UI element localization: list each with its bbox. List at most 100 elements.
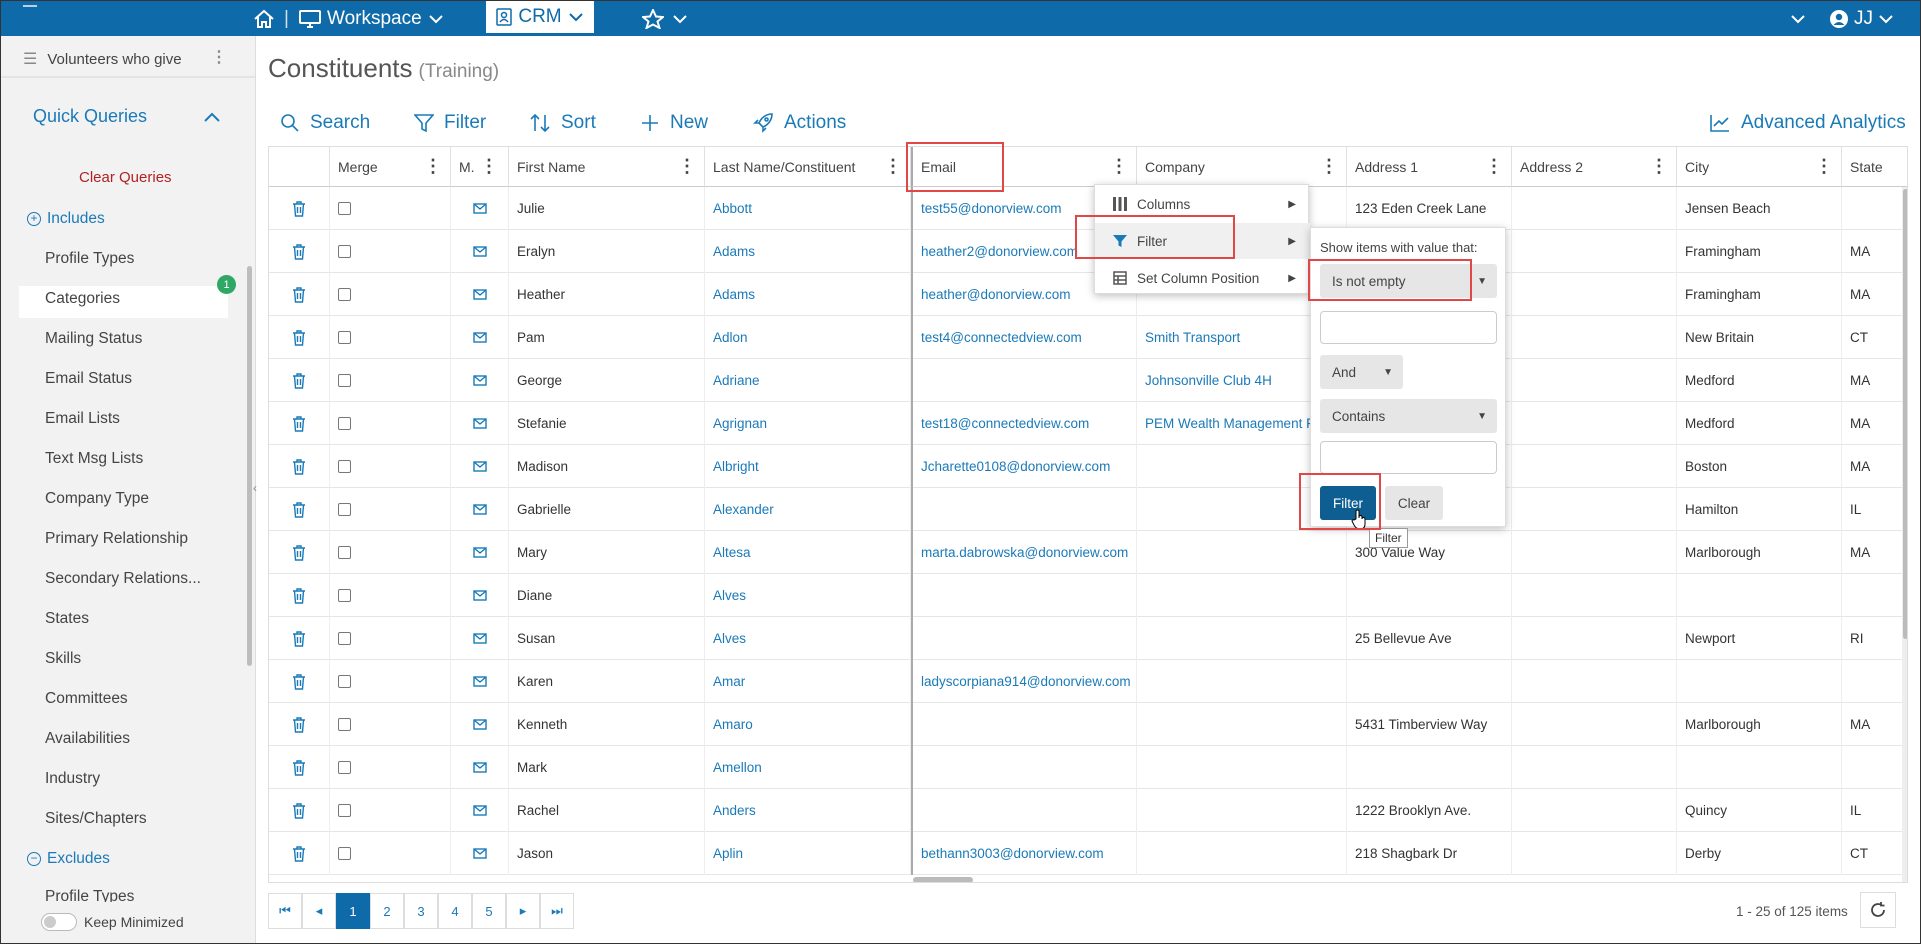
workspace-menu[interactable]: Workspace [299,1,444,36]
cell-email[interactable] [911,789,1137,832]
envelope-icon[interactable] [472,461,487,472]
filter-clear-button[interactable]: Clear [1385,486,1443,520]
cell-company[interactable] [1137,789,1347,832]
merge-checkbox[interactable] [338,245,351,258]
cell-last-name[interactable]: Amar [705,660,911,703]
sidebar-item-text-msg-lists[interactable]: Text Msg Lists [45,450,143,468]
sidebar-item-states[interactable]: States [45,610,89,628]
sidebar-item-industry[interactable]: Industry [45,770,100,788]
table-row[interactable]: Rachel Anders 1222 Brooklyn Ave. Quincy IL [269,789,1907,832]
column-menu-icon[interactable]: ⋮ [1485,156,1503,176]
merge-checkbox[interactable] [338,202,351,215]
cell-last-name[interactable]: Adams [705,273,911,316]
page-4-button[interactable]: 4 [438,893,472,929]
trash-icon[interactable] [292,501,306,518]
merge-checkbox[interactable] [338,503,351,516]
user-menu[interactable]: JJ [1829,1,1894,36]
cell-last-name[interactable]: Alves [705,574,911,617]
prev-page-button[interactable]: ◂ [302,893,336,929]
sidebar-scrollbar[interactable] [247,266,252,666]
cell-company[interactable] [1137,746,1347,789]
cell-last-name[interactable]: Adlon [705,316,911,359]
envelope-icon[interactable] [472,375,487,386]
cell-email[interactable] [911,488,1137,531]
trash-icon[interactable] [292,802,306,819]
envelope-icon[interactable] [472,418,487,429]
cell-email[interactable]: test18@connectedview.com [911,402,1137,445]
sidebar-item-skills[interactable]: Skills [45,650,81,668]
last-page-button[interactable]: ⏭ [540,893,574,929]
table-row[interactable]: Gabrielle Alexander Hamilton IL [269,488,1907,531]
sidebar-item-committees[interactable]: Committees [45,690,128,708]
cell-email[interactable] [911,703,1137,746]
column-header-address-1[interactable]: Address 1 ⋮ [1347,147,1512,187]
table-row[interactable]: Eralyn Adams heather2@donorview.com Framing… [269,230,1907,273]
envelope-icon[interactable] [472,633,487,644]
includes-section[interactable]: + Includes [27,210,105,228]
cell-company[interactable] [1137,617,1347,660]
crm-tab[interactable]: CRM [486,1,594,36]
table-row[interactable]: Mark Amellon [269,746,1907,789]
cell-company[interactable] [1137,703,1347,746]
merge-checkbox[interactable] [338,804,351,817]
trash-icon[interactable] [292,329,306,346]
trash-icon[interactable] [292,759,306,776]
cell-email[interactable] [911,574,1137,617]
sidebar-item-email-status[interactable]: Email Status [45,370,132,388]
cell-last-name[interactable]: Alves [705,617,911,660]
table-row[interactable]: Madison Albright Jcharette0108@donorview.c… [269,445,1907,488]
merge-checkbox[interactable] [338,675,351,688]
sidebar-item-categories[interactable]: Categories [45,290,120,308]
table-row[interactable]: Jason Aplin bethann3003@donorview.com 218 S… [269,832,1907,875]
sidebar-item-email-lists[interactable]: Email Lists [45,410,120,428]
column-menu-filter[interactable]: Filter ▶ [1095,223,1310,259]
keep-minimized-toggle[interactable] [41,913,77,931]
refresh-button[interactable] [1860,892,1896,928]
merge-checkbox[interactable] [338,718,351,731]
cell-last-name[interactable]: Anders [705,789,911,832]
column-header-city[interactable]: City ⋮ [1677,147,1842,187]
filter-button[interactable]: Filter [414,108,486,138]
merge-checkbox[interactable] [338,374,351,387]
quick-queries-title[interactable]: Quick Queries [33,106,147,127]
sidebar-item-sites-chapters[interactable]: Sites/Chapters [45,810,147,828]
sidebar-item-mailing-status[interactable]: Mailing Status [45,330,142,348]
cell-last-name[interactable]: Agrignan [705,402,911,445]
column-header-company[interactable]: Company ⋮ [1137,147,1347,187]
column-header-email[interactable]: Email ⋮ [911,147,1137,187]
table-row[interactable]: Kenneth Amaro 5431 Timberview Way Marlborou… [269,703,1907,746]
hamburger-icon[interactable]: ☰ [23,49,37,69]
trash-icon[interactable] [292,630,306,647]
cell-email[interactable] [911,359,1137,402]
home-icon[interactable] [253,1,275,36]
column-header-first-name[interactable]: First Name ⋮ [509,147,705,187]
column-menu-set-position[interactable]: Set Column Position ▶ [1095,260,1310,296]
merge-checkbox[interactable] [338,546,351,559]
kebab-icon[interactable]: ⋮ [211,47,227,67]
trash-icon[interactable] [292,415,306,432]
merge-checkbox[interactable] [338,288,351,301]
next-page-button[interactable]: ▸ [506,893,540,929]
column-header-address-2[interactable]: Address 2 ⋮ [1512,147,1677,187]
merge-checkbox[interactable] [338,589,351,602]
page-5-button[interactable]: 5 [472,893,506,929]
filter-value-1-input[interactable] [1320,311,1497,344]
page-1-button[interactable]: 1 [336,893,370,929]
sidebar-item-profile-types[interactable]: Profile Types [45,250,134,268]
table-row[interactable]: Heather Adams heather@donorview.com Framing… [269,273,1907,316]
column-menu-columns[interactable]: Columns ▶ [1095,186,1310,222]
actions-button[interactable]: Actions [752,108,846,138]
sidebar-item-availabilities[interactable]: Availabilities [45,730,130,748]
table-row[interactable]: Julie Abbott test55@donorview.com 123 Eden … [269,187,1907,230]
column-menu-icon[interactable]: ⋮ [424,156,442,176]
cell-last-name[interactable]: Altesa [705,531,911,574]
envelope-icon[interactable] [472,719,487,730]
cell-last-name[interactable]: Amellon [705,746,911,789]
column-menu-icon[interactable]: ⋮ [884,156,902,176]
cell-email[interactable]: bethann3003@donorview.com [911,832,1137,875]
table-row[interactable]: Susan Alves 25 Bellevue Ave Newport RI [269,617,1907,660]
table-row[interactable]: Diane Alves [269,574,1907,617]
cell-last-name[interactable]: Abbott [705,187,911,230]
sidebar-item-company-type[interactable]: Company Type [45,490,149,508]
trash-icon[interactable] [292,544,306,561]
